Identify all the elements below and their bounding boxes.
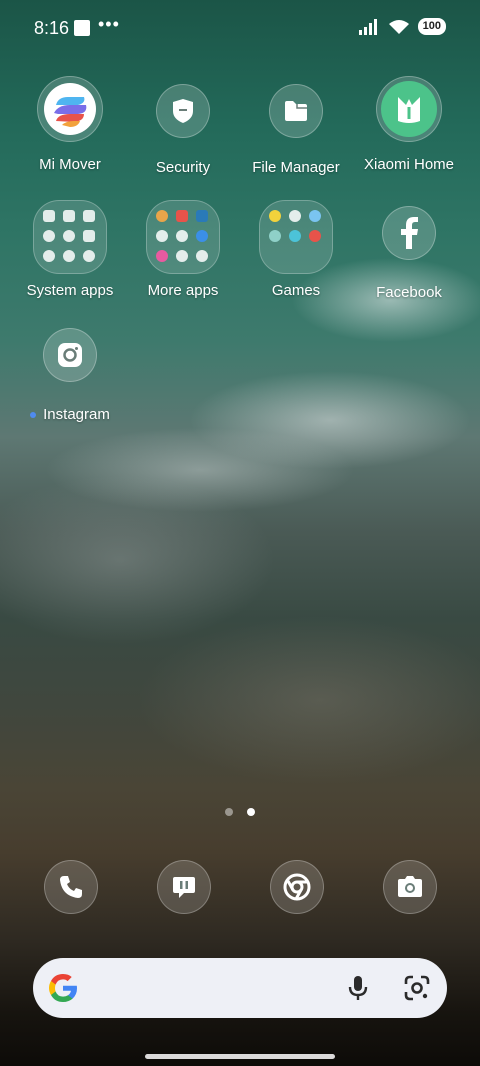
app-label: Facebook — [376, 284, 442, 301]
app-label: File Manager — [252, 159, 340, 176]
app-instagram[interactable]: Instagram — [13, 328, 127, 423]
phone-icon — [60, 876, 82, 898]
folder-grid-icon — [146, 200, 220, 274]
app-label: Mi Mover — [39, 156, 101, 173]
google-g-icon — [49, 974, 77, 1002]
camera-icon — [398, 876, 422, 897]
folder-icon — [269, 84, 323, 138]
app-file-manager[interactable]: File Manager — [239, 84, 353, 176]
folder-grid-icon — [259, 200, 333, 274]
notification-icon — [74, 20, 90, 36]
status-icons: 100 — [358, 18, 446, 35]
instagram-icon — [43, 328, 97, 382]
facebook-icon — [382, 206, 436, 260]
home-screen: 8:16 ••• 100 Mi Mover Security File Mana… — [0, 0, 480, 1066]
home-gesture-bar[interactable] — [145, 1054, 335, 1059]
app-facebook[interactable]: Facebook — [352, 206, 466, 301]
folder-grid-icon — [33, 200, 107, 274]
security-shield-icon — [156, 84, 210, 138]
app-mi-mover[interactable]: Mi Mover — [13, 76, 127, 173]
wifi-icon — [388, 19, 409, 34]
message-icon — [173, 877, 195, 898]
app-label: Xiaomi Home — [363, 156, 455, 173]
app-security[interactable]: Security — [126, 84, 240, 176]
folder-games[interactable]: Games — [239, 200, 353, 299]
signal-icon — [358, 18, 377, 35]
page-dot-active[interactable] — [247, 808, 255, 816]
app-label: Games — [271, 282, 321, 299]
app-label: Security — [155, 159, 211, 176]
instagram-label: Instagram — [43, 406, 110, 423]
dock-chrome[interactable] — [270, 860, 324, 914]
battery-indicator: 100 — [417, 18, 446, 35]
dock-phone[interactable] — [44, 860, 98, 914]
app-label: More apps — [147, 282, 219, 299]
chrome-icon — [283, 873, 311, 901]
mic-icon[interactable] — [347, 974, 369, 1002]
folder-system-apps[interactable]: System apps — [13, 200, 127, 299]
app-xiaomi-home[interactable]: Xiaomi Home — [352, 76, 466, 173]
more-notifications-icon: ••• — [98, 14, 120, 34]
lens-icon[interactable] — [403, 974, 431, 1002]
folder-more-apps[interactable]: More apps — [126, 200, 240, 299]
new-app-dot — [30, 412, 37, 419]
status-bar: 8:16 ••• 100 — [0, 0, 480, 56]
mi-mover-icon — [37, 76, 103, 142]
page-indicator[interactable] — [0, 808, 480, 816]
google-search-bar[interactable] — [33, 958, 447, 1018]
xiaomi-home-icon — [376, 76, 442, 142]
dock-camera[interactable] — [383, 860, 437, 914]
page-dot[interactable] — [225, 808, 233, 816]
app-label: System apps — [26, 282, 114, 299]
status-time: 8:16 — [34, 18, 70, 38]
dock-messages[interactable] — [157, 860, 211, 914]
app-label: Instagram — [30, 406, 110, 423]
